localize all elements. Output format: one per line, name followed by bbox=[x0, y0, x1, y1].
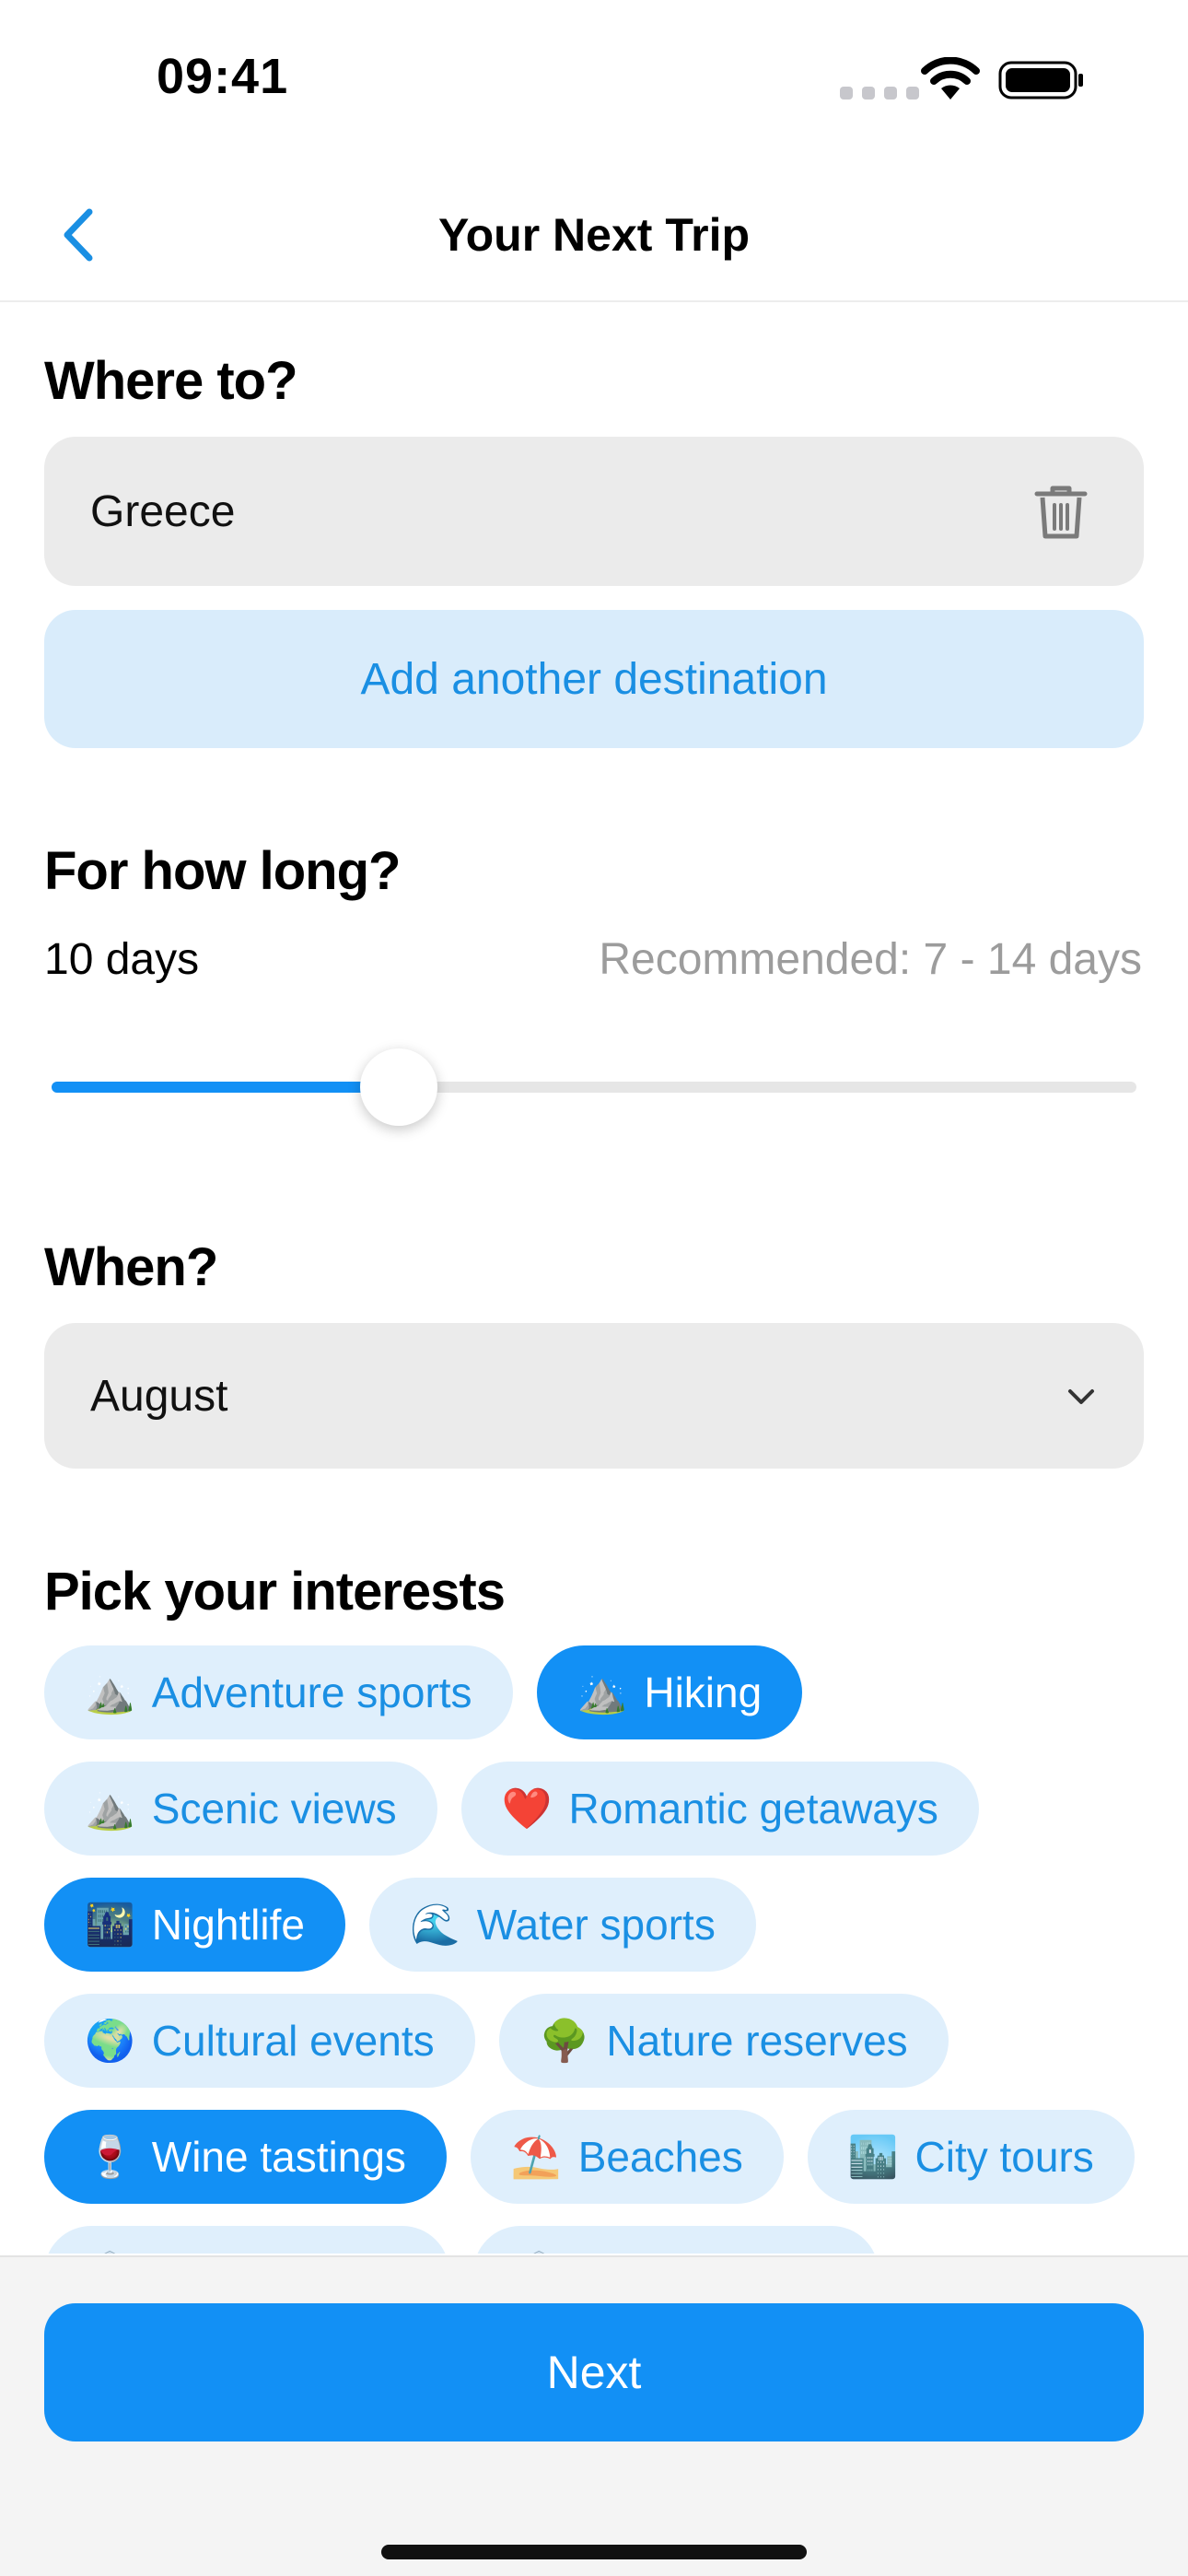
interest-chip[interactable]: 🍷 Wine tastings bbox=[44, 2110, 447, 2204]
interest-label: Water sports bbox=[476, 1901, 716, 1949]
duration-slider[interactable] bbox=[52, 1048, 1136, 1126]
navigation-bar: Your Next Trip bbox=[0, 157, 1188, 302]
interest-label: Adventure sports bbox=[151, 1669, 472, 1716]
recommended-duration: Recommended: 7 - 14 days bbox=[599, 935, 1142, 984]
chevron-down-icon bbox=[1068, 1389, 1094, 1404]
interest-emoji-icon: ⛰️ bbox=[577, 1670, 628, 1715]
interest-chip[interactable]: 🏛️ bbox=[473, 2226, 879, 2254]
interest-chip[interactable]: 🏛️ bbox=[44, 2226, 449, 2254]
duration-value: 10 days bbox=[44, 935, 200, 984]
interest-label: Romantic getaways bbox=[568, 1785, 938, 1832]
slider-thumb[interactable] bbox=[359, 1048, 437, 1126]
interest-label: Hiking bbox=[644, 1669, 763, 1716]
cellular-signal-icon bbox=[840, 87, 919, 100]
interest-emoji-icon: ⛰️ bbox=[85, 1786, 135, 1832]
interest-chip[interactable]: 🌊 Water sports bbox=[369, 1878, 756, 1972]
next-button[interactable]: Next bbox=[44, 2303, 1144, 2441]
interest-label: Scenic views bbox=[151, 1785, 397, 1832]
interest-chip[interactable]: 🏙️ City tours bbox=[807, 2110, 1135, 2204]
interest-label: Nature reserves bbox=[606, 2017, 908, 2065]
interest-emoji-icon: 🏛️ bbox=[85, 2249, 135, 2254]
interest-chip[interactable]: ⛱️ Beaches bbox=[470, 2110, 784, 2204]
interest-label: Wine tastings bbox=[151, 2133, 406, 2181]
interest-chip[interactable]: ❤️ Romantic getaways bbox=[460, 1762, 979, 1856]
page-title: Your Next Trip bbox=[437, 209, 750, 261]
battery-icon bbox=[998, 61, 1083, 100]
interest-emoji-icon: ⛱️ bbox=[510, 2135, 562, 2180]
interest-emoji-icon: 🌃 bbox=[85, 1903, 135, 1948]
bottom-bar: Next bbox=[0, 2255, 1188, 2576]
interest-emoji-icon: 🌊 bbox=[410, 1903, 460, 1948]
interest-emoji-icon: 🏛️ bbox=[514, 2249, 565, 2254]
slider-fill bbox=[52, 1082, 399, 1093]
interest-chip[interactable]: ⛰️ Hiking bbox=[536, 1645, 803, 1739]
interest-chip[interactable]: ⛰️ Adventure sports bbox=[44, 1645, 513, 1739]
month-value: August bbox=[90, 1372, 228, 1421]
destination-field[interactable]: Greece bbox=[44, 437, 1144, 586]
interests-heading: Pick your interests bbox=[44, 1562, 506, 1622]
destination-value: Greece bbox=[90, 487, 236, 536]
interest-chip[interactable]: 🌳 Nature reserves bbox=[498, 1994, 949, 2088]
interest-emoji-icon: ⛰️ bbox=[85, 1670, 135, 1715]
interest-chips: ⛰️ Adventure sports ⛰️ Hiking ⛰️ Scenic views… bbox=[44, 1645, 1144, 2254]
trash-icon[interactable] bbox=[1033, 483, 1089, 542]
interest-label: Beaches bbox=[577, 2133, 743, 2181]
duration-heading: For how long? bbox=[44, 841, 401, 901]
interest-emoji-icon: 🌳 bbox=[539, 2019, 590, 2064]
month-select[interactable]: August bbox=[44, 1323, 1144, 1469]
interest-emoji-icon: 🏙️ bbox=[847, 2135, 899, 2180]
interest-emoji-icon: 🍷 bbox=[85, 2135, 135, 2180]
wifi-icon bbox=[921, 57, 980, 100]
home-indicator bbox=[381, 2545, 807, 2559]
when-heading: When? bbox=[44, 1237, 218, 1297]
status-time: 09:41 bbox=[157, 49, 289, 104]
interest-label: City tours bbox=[914, 2133, 1094, 2181]
interest-chip[interactable]: 🌃 Nightlife bbox=[44, 1878, 345, 1972]
add-destination-button[interactable]: Add another destination bbox=[44, 610, 1144, 748]
status-bar: 09:41 bbox=[0, 0, 1188, 157]
interest-emoji-icon: 🌍 bbox=[85, 2019, 135, 2064]
interest-chip[interactable]: ⛰️ Scenic views bbox=[44, 1762, 437, 1856]
interest-label: Cultural events bbox=[151, 2017, 435, 2065]
destination-heading: Where to? bbox=[44, 351, 298, 411]
interest-label: Nightlife bbox=[151, 1901, 305, 1949]
interest-chip[interactable]: 🌍 Cultural events bbox=[44, 1994, 475, 2088]
interest-emoji-icon: ❤️ bbox=[501, 1786, 553, 1832]
